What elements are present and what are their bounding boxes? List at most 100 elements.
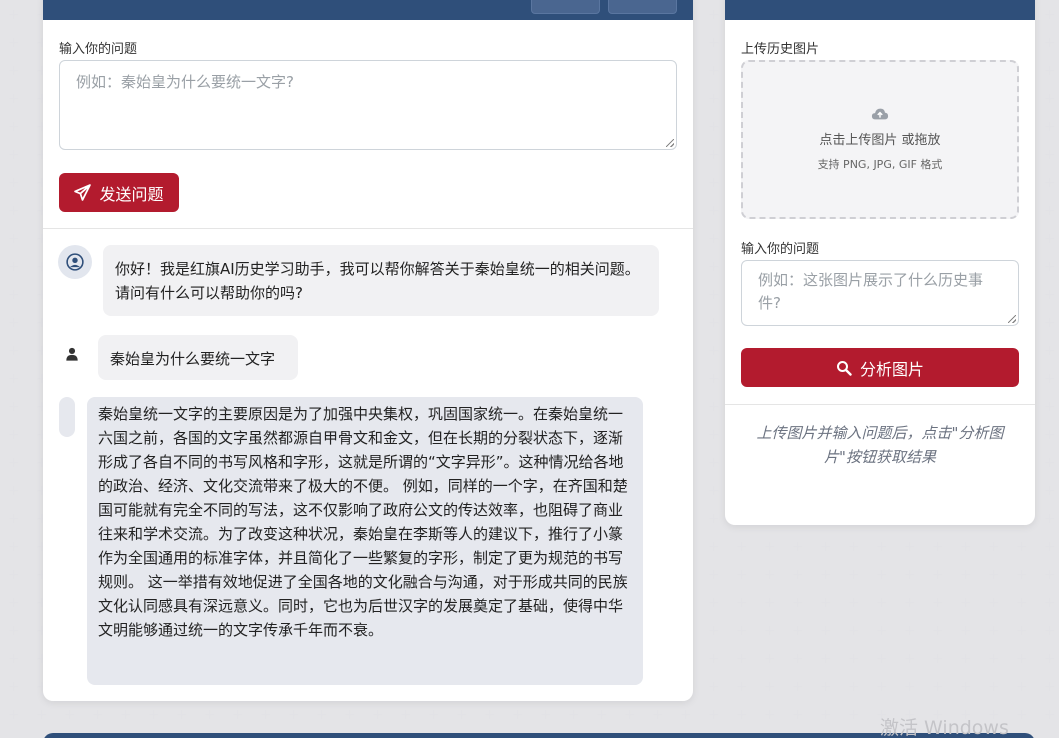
background-plus: +	[8, 623, 20, 639]
header-button-1[interactable]	[531, 0, 600, 14]
background-plus: +	[1044, 651, 1056, 667]
background-plus: +	[708, 7, 720, 23]
background-plus: +	[960, 595, 972, 611]
question-placeholder: 例如：秦始皇为什么要统一文字?	[76, 73, 294, 91]
background-plus: +	[988, 595, 1000, 611]
background-plus: +	[820, 539, 832, 555]
background-plus: +	[708, 707, 720, 723]
chat-panel: 输入你的问题 例如：秦始皇为什么要统一文字? 发送问题 你好！我是红旗AI历史学…	[43, 0, 693, 701]
assistant-avatar	[58, 245, 92, 279]
background-plus: +	[1044, 511, 1056, 527]
background-plus: +	[820, 707, 832, 723]
background-plus: +	[1044, 147, 1056, 163]
background-plus: +	[708, 371, 720, 387]
background-plus: +	[8, 511, 20, 527]
background-plus: +	[708, 315, 720, 331]
analyze-image-button[interactable]: 分析图片	[741, 348, 1019, 387]
background-plus: +	[960, 623, 972, 639]
background-plus: +	[820, 595, 832, 611]
background-plus: +	[708, 623, 720, 639]
resize-grip[interactable]	[666, 139, 674, 147]
background-plus: +	[512, 707, 524, 723]
background-plus: +	[820, 623, 832, 639]
background-plus: +	[1016, 623, 1028, 639]
assistant-answer: 秦始皇统一文字的主要原因是为了加强中央集权，巩固国家统一。在秦始皇统一六国之前，…	[87, 397, 643, 685]
background-plus: +	[736, 567, 748, 583]
background-plus: +	[708, 679, 720, 695]
background-plus: +	[876, 679, 888, 695]
background-plus: +	[848, 679, 860, 695]
background-plus: +	[176, 707, 188, 723]
background-plus: +	[1044, 427, 1056, 443]
header-button-2[interactable]	[608, 0, 677, 14]
image-question-placeholder: 例如：这张图片展示了什么历史事件?	[758, 271, 984, 312]
background-plus: +	[876, 567, 888, 583]
background-plus: +	[932, 567, 944, 583]
background-plus: +	[1044, 371, 1056, 387]
background-plus: +	[288, 707, 300, 723]
background-plus: +	[736, 623, 748, 639]
background-plus: +	[1016, 679, 1028, 695]
background-plus: +	[8, 175, 20, 191]
background-plus: +	[1044, 175, 1056, 191]
background-plus: +	[792, 679, 804, 695]
background-plus: +	[932, 539, 944, 555]
background-plus: +	[1016, 595, 1028, 611]
background-plus: +	[316, 707, 328, 723]
background-plus: +	[1044, 7, 1056, 23]
upload-label: 上传历史图片	[741, 42, 820, 57]
background-plus: +	[848, 707, 860, 723]
background-plus: +	[876, 623, 888, 639]
background-plus: +	[708, 511, 720, 527]
background-plus: +	[120, 707, 132, 723]
background-plus: +	[764, 595, 776, 611]
background-plus: +	[792, 539, 804, 555]
background-plus: +	[8, 259, 20, 275]
search-icon	[836, 360, 852, 376]
background-plus: +	[1044, 679, 1056, 695]
background-plus: +	[8, 595, 20, 611]
background-plus: +	[736, 679, 748, 695]
upload-formats: 支持 PNG, JPG, GIF 格式	[817, 158, 943, 171]
send-question-button[interactable]: 发送问题	[59, 173, 179, 212]
background-plus: +	[764, 623, 776, 639]
image-upload-dropzone[interactable]: 点击上传图片 或拖放 支持 PNG, JPG, GIF 格式	[741, 60, 1019, 219]
background-plus: +	[8, 427, 20, 443]
image-question-input[interactable]: 例如：这张图片展示了什么历史事件?	[741, 260, 1019, 326]
background-plus: +	[8, 315, 20, 331]
background-plus: +	[708, 595, 720, 611]
background-plus: +	[1044, 63, 1056, 79]
background-plus: +	[708, 35, 720, 51]
background-plus: +	[1044, 539, 1056, 555]
background-plus: +	[764, 539, 776, 555]
background-plus: +	[736, 651, 748, 667]
background-plus: +	[904, 651, 916, 667]
question-input[interactable]: 例如：秦始皇为什么要统一文字?	[59, 60, 677, 150]
background-plus: +	[904, 623, 916, 639]
user-icon	[66, 347, 78, 361]
background-plus: +	[764, 707, 776, 723]
assistant-message-text: 你好！我是红旗AI历史学习助手，我可以帮你解答关于秦始皇统一的相关问题。请问有什…	[115, 260, 640, 302]
background-plus: +	[1044, 455, 1056, 471]
background-plus: +	[848, 595, 860, 611]
background-plus: +	[904, 539, 916, 555]
image-divider	[725, 404, 1035, 405]
background-plus: +	[708, 483, 720, 499]
background-plus: +	[64, 707, 76, 723]
resize-grip[interactable]	[1008, 315, 1016, 323]
chat-header-bar	[43, 0, 693, 20]
background-plus: +	[232, 707, 244, 723]
cloud-upload-icon	[871, 108, 889, 120]
background-plus: +	[708, 399, 720, 415]
image-analysis-panel: 上传历史图片 点击上传图片 或拖放 支持 PNG, JPG, GIF 格式 输入…	[725, 0, 1035, 525]
background-plus: +	[708, 119, 720, 135]
background-plus: +	[1016, 567, 1028, 583]
background-plus: +	[876, 595, 888, 611]
background-plus: +	[960, 539, 972, 555]
background-plus: +	[8, 343, 20, 359]
background-plus: +	[652, 707, 664, 723]
paper-plane-icon	[74, 184, 92, 201]
background-plus: +	[708, 567, 720, 583]
background-plus: +	[876, 651, 888, 667]
background-plus: +	[8, 147, 20, 163]
